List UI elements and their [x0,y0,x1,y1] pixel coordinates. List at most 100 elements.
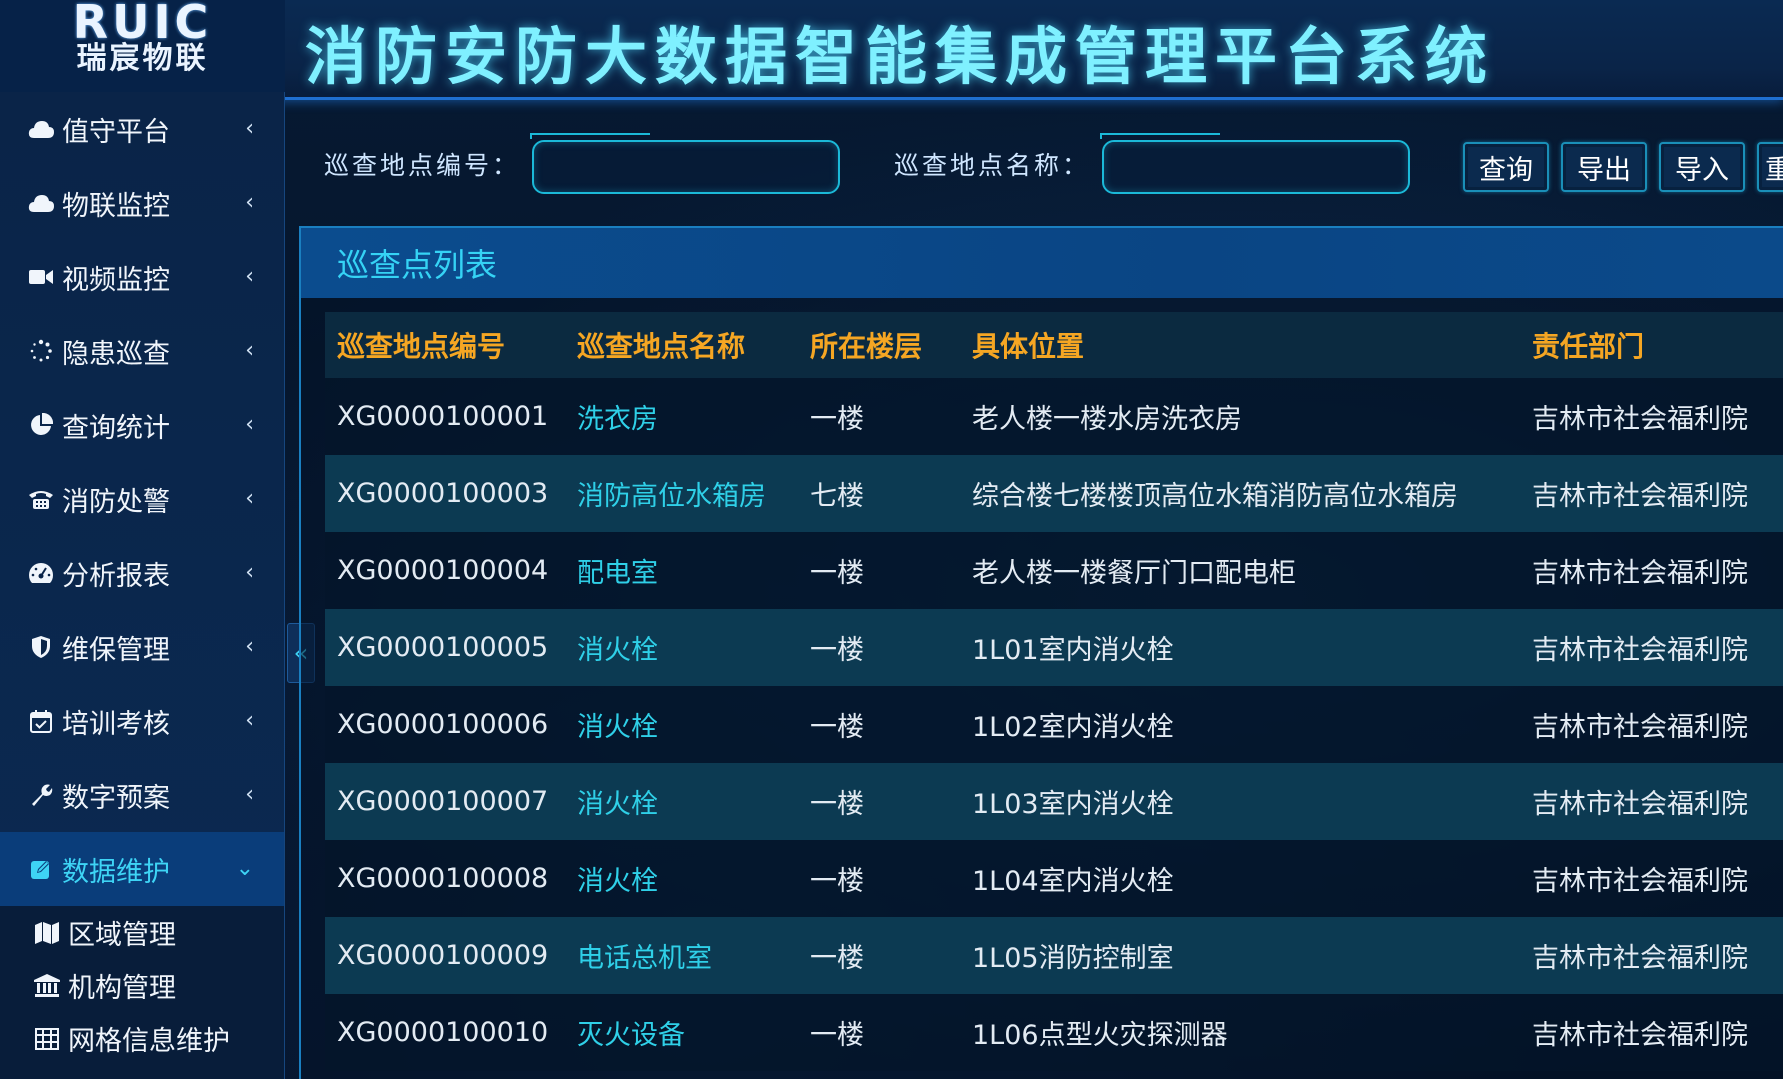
cell-code: XG0000100003 [325,455,565,532]
edit-icon [26,857,56,881]
search-name-label: 巡查地点名称： [894,151,1091,180]
sidebar-item-1[interactable]: 物联监控 ‹ [0,166,284,240]
table-row[interactable]: XG0000100008 消火栓 一楼 1L04室内消火栓 吉林市社会福利院 [325,840,1783,917]
sidebar-subitem-3[interactable]: 建筑信息维护 [0,1065,284,1079]
reset-button[interactable]: 重 [1757,142,1783,192]
table-row[interactable]: XG0000100001 洗衣房 一楼 老人楼一楼水房洗衣房 吉林市社会福利院 [325,378,1783,455]
cell-department: 吉林市社会福利院 [1520,455,1783,532]
logo: RUIC 瑞宸物联 [0,0,285,92]
table-row[interactable]: XG0000100005 消火栓 一楼 1L01室内消火栓 吉林市社会福利院 [325,609,1783,686]
cell-name[interactable]: 消火栓 [565,609,798,686]
query-button[interactable]: 查询 [1463,142,1549,192]
grid-icon [32,1027,62,1050]
search-name-input[interactable] [1102,140,1410,194]
cell-code: XG0000100008 [325,840,565,917]
sidebar-subitem-1[interactable]: 机构管理 [0,959,284,1012]
sidebar-item-4[interactable]: 查询统计 ‹ [0,388,284,462]
sidebar-item-label: 数据维护 [62,856,170,888]
cell-location: 老人楼一楼餐厅门口配电柜 [960,532,1520,609]
sidebar-item-5[interactable]: 消防处警 ‹ [0,462,284,536]
cell-name[interactable]: 消火栓 [565,686,798,763]
sidebar-item-8[interactable]: 培训考核 ‹ [0,684,284,758]
chevron-left-icon: ‹ [245,782,254,807]
sidebar-item-3[interactable]: 隐患巡查 ‹ [0,314,284,388]
chevron-left-icon: ‹ [245,486,254,511]
cell-code: XG0000100004 [325,532,565,609]
column-header[interactable]: 责任部门 [1520,312,1783,378]
sidebar-subitem-label: 网格信息维护 [68,1026,230,1057]
cell-name[interactable]: 配电室 [565,532,798,609]
sidebar-item-2[interactable]: 视频监控 ‹ [0,240,284,314]
sidebar-item-label: 值守平台 [62,116,170,148]
chevron-left-icon: ‹ [245,708,254,733]
cell-name[interactable]: 洗衣房 [565,378,798,455]
search-code-input[interactable] [532,140,840,194]
cell-name[interactable]: 电话总机室 [565,917,798,994]
pie-chart-icon [26,413,56,437]
table-row[interactable]: XG0000100007 消火栓 一楼 1L03室内消火栓 吉林市社会福利院 [325,763,1783,840]
table-row[interactable]: XG0000100006 消火栓 一楼 1L02室内消火栓 吉林市社会福利院 [325,686,1783,763]
cell-location: 老人楼一楼水房洗衣房 [960,378,1520,455]
dashboard-icon [26,562,56,584]
sidebar-item-label: 消防处警 [62,486,170,518]
sidebar-item-label: 维保管理 [62,634,170,666]
sidebar-item-data-maintenance[interactable]: 数据维护 ⌄ [0,832,284,906]
table-row[interactable]: XG0000100010 灭火设备 一楼 1L06点型火灾探测器 吉林市社会福利院 [325,994,1783,1071]
chevron-left-icon: ‹ [245,116,254,141]
cell-name[interactable]: 消火栓 [565,763,798,840]
column-header[interactable]: 具体位置 [960,312,1520,378]
table-row[interactable]: XG0000100003 消防高位水箱房 七楼 综合楼七楼楼顶高位水箱消防高位水箱房吉… [325,455,1783,532]
table-row[interactable]: XG0000100009 电话总机室 一楼 1L05消防控制室 吉林市社会福利院 [325,917,1783,994]
cell-name[interactable]: 消火栓 [565,840,798,917]
spinner-icon [26,339,56,363]
sidebar-item-7[interactable]: 维保管理 ‹ [0,610,284,684]
cell-floor: 一楼 [798,378,960,455]
cell-name[interactable]: 消防高位水箱房 [565,455,798,532]
cell-code: XG0000100010 [325,994,565,1071]
search-code-label: 巡查地点编号： [324,151,521,180]
cell-floor: 一楼 [798,840,960,917]
column-header[interactable]: 所在楼层 [798,312,960,378]
sidebar-subitem-label: 机构管理 [68,973,176,1004]
patrol-point-table: 巡查地点编号 巡查地点名称 所在楼层 具体位置 责任部门 XG000010000… [325,312,1783,1071]
cell-code: XG0000100005 [325,609,565,686]
cell-name[interactable]: 灭火设备 [565,994,798,1071]
import-button[interactable]: 导入 [1659,142,1745,192]
sidebar-item-label: 物联监控 [62,190,170,222]
sidebar-subitem-label: 建筑信息维护 [68,1072,230,1079]
cell-floor: 七楼 [798,455,960,532]
sidebar-item-0[interactable]: 值守平台 ‹ [0,92,284,166]
chevron-left-icon: ‹ [245,560,254,585]
patrol-point-list-panel: 巡查点列表 巡查地点编号 巡查地点名称 所在楼层 具体位置 责任部门 XG000… [299,226,1783,1079]
export-button[interactable]: 导出 [1561,142,1647,192]
video-camera-icon [26,267,56,287]
chevron-left-icon: ‹ [245,264,254,289]
sidebar-subitem-2[interactable]: 网格信息维护 [0,1012,284,1065]
cell-floor: 一楼 [798,763,960,840]
chevron-left-icon: ‹ [245,634,254,659]
table-header-row: 巡查地点编号 巡查地点名称 所在楼层 具体位置 责任部门 [325,312,1783,378]
cell-department: 吉林市社会福利院 [1520,532,1783,609]
sidebar-item-label: 分析报表 [62,560,170,592]
column-header[interactable]: 巡查地点名称 [565,312,798,378]
sidebar-item-label: 视频监控 [62,264,170,296]
table-row[interactable]: XG0000100004 配电室 一楼 老人楼一楼餐厅门口配电柜 吉林市社会福利院 [325,532,1783,609]
chevron-left-icon: ‹ [245,412,254,437]
column-header[interactable]: 巡查地点编号 [325,312,565,378]
cell-floor: 一楼 [798,686,960,763]
cell-floor: 一楼 [798,917,960,994]
sidebar-item-9[interactable]: 数字预案 ‹ [0,758,284,832]
wrench-icon [26,783,56,807]
cell-department: 吉林市社会福利院 [1520,763,1783,840]
cell-location: 1L02室内消火栓 [960,686,1520,763]
sidebar-item-6[interactable]: 分析报表 ‹ [0,536,284,610]
sidebar-subitem-0[interactable]: 区域管理 [0,906,284,959]
map-icon [32,921,62,945]
cell-department: 吉林市社会福利院 [1520,840,1783,917]
cell-department: 吉林市社会福利院 [1520,994,1783,1071]
cell-floor: 一楼 [798,609,960,686]
sidebar-item-label: 数字预案 [62,782,170,814]
cell-department: 吉林市社会福利院 [1520,378,1783,455]
cell-code: XG0000100006 [325,686,565,763]
input-decoration [530,133,650,139]
